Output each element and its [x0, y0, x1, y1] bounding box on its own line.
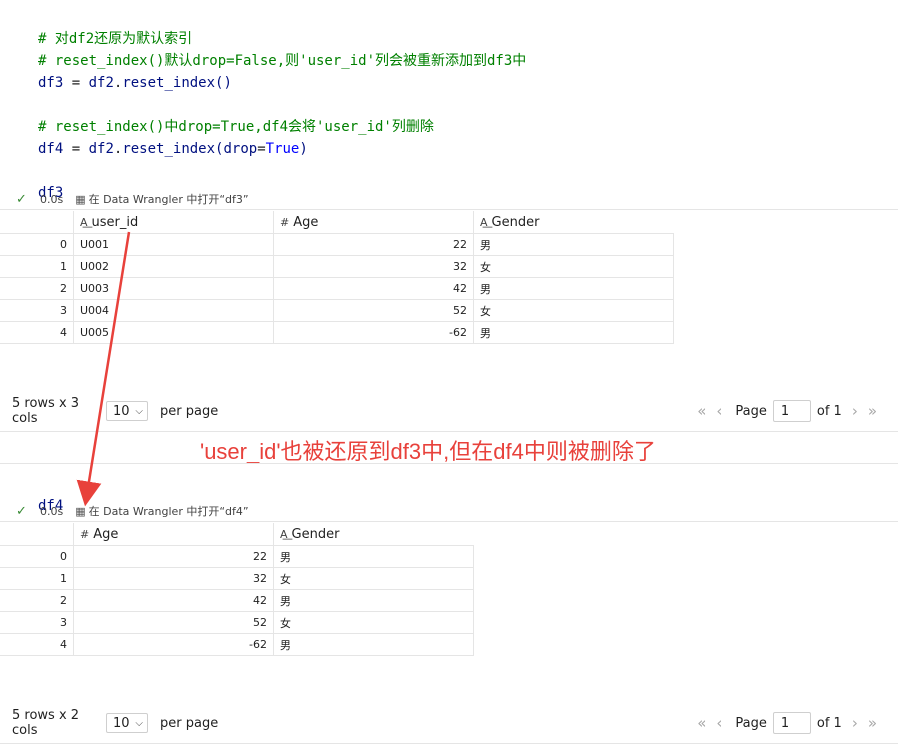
annotation-arrow — [76, 231, 131, 507]
